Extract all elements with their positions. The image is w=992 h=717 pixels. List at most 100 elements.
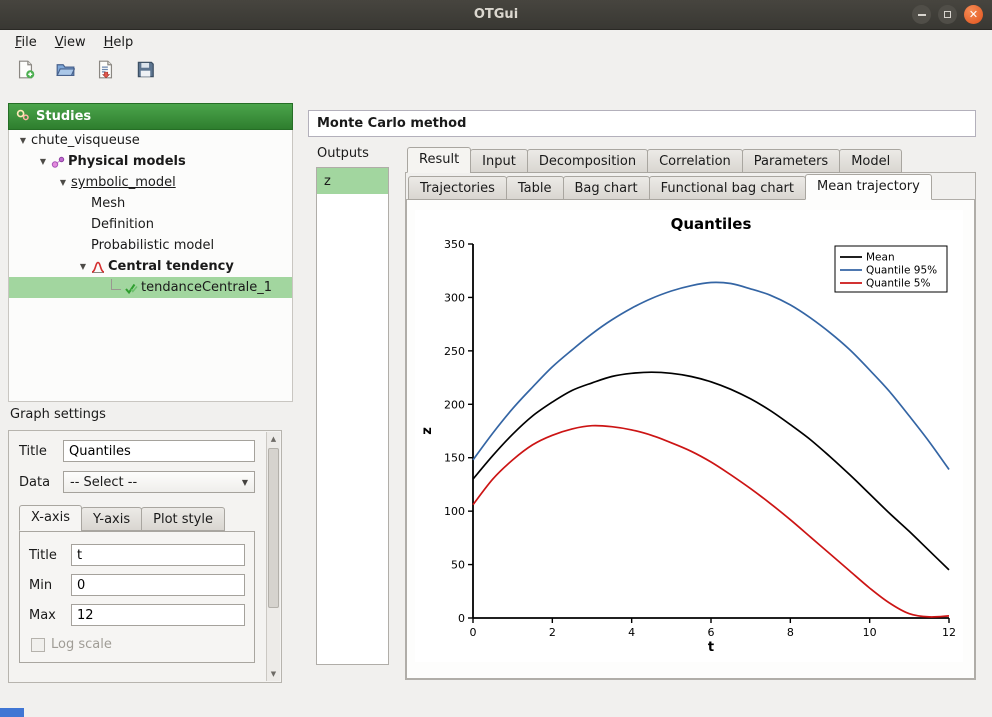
x-axis-max-label: Max (29, 608, 63, 623)
menu-help[interactable]: Help (95, 32, 143, 53)
tree-item-tendancecentrale-1[interactable]: tendanceCentrale_1 (9, 277, 292, 298)
svg-text:200: 200 (444, 398, 465, 411)
import-script-button[interactable] (92, 58, 118, 84)
data-select-value: -- Select -- (70, 475, 137, 490)
window-title: OTGui (474, 7, 518, 22)
tab-decomposition[interactable]: Decomposition (527, 149, 648, 173)
tab-bag-chart[interactable]: Bag chart (563, 176, 650, 200)
x-axis-max-input[interactable] (71, 604, 245, 626)
tab-table[interactable]: Table (506, 176, 564, 200)
tab-correlation[interactable]: Correlation (647, 149, 743, 173)
settings-scrollbar[interactable]: ▲ ▼ (266, 432, 280, 681)
expander-icon[interactable]: ▼ (35, 157, 51, 166)
physical-models-icon (51, 155, 68, 169)
log-scale-label: Log scale (51, 637, 112, 652)
svg-text:4: 4 (628, 626, 635, 639)
title-bar: OTGui ✕ (0, 0, 992, 30)
svg-text:8: 8 (787, 626, 794, 639)
x-axis-settings-pane: Title Min Max Log scale (19, 531, 255, 663)
svg-text:100: 100 (444, 505, 465, 518)
axis-tab-x-axis[interactable]: X-axis (19, 505, 82, 531)
outputs-list: z (316, 167, 389, 665)
tab-input[interactable]: Input (470, 149, 528, 173)
tree-item-label: tendanceCentrale_1 (141, 280, 272, 295)
svg-text:Mean: Mean (866, 252, 895, 264)
svg-text:50: 50 (451, 559, 465, 572)
plot-tabs-row: TrajectoriesTableBag chartFunctional bag… (406, 174, 975, 200)
tree-item-definition[interactable]: Definition (9, 214, 292, 235)
svg-text:Quantile 95%: Quantile 95% (866, 265, 937, 277)
tree-item-label: chute_visqueuse (31, 133, 140, 148)
scroll-up-icon[interactable]: ▲ (267, 432, 280, 446)
tab-result[interactable]: Result (407, 147, 471, 173)
expander-icon[interactable]: ▼ (15, 136, 31, 145)
progress-indicator (0, 708, 24, 717)
minimize-button[interactable] (912, 5, 931, 24)
tree-item-mesh[interactable]: Mesh (9, 193, 292, 214)
graph-title-input[interactable] (63, 440, 255, 462)
tab-mean-trajectory[interactable]: Mean trajectory (805, 174, 932, 200)
svg-text:2: 2 (549, 626, 556, 639)
minimize-icon (918, 14, 926, 16)
menu-bar: FileViewHelp (0, 30, 992, 54)
tree-item-physical-models[interactable]: ▼ Physical models (9, 151, 292, 172)
tab-trajectories[interactable]: Trajectories (408, 176, 507, 200)
tree-item-label: Probabilistic model (91, 238, 214, 253)
tab-model[interactable]: Model (839, 149, 902, 173)
x-axis-title-label: Title (29, 548, 63, 563)
save-study-button[interactable] (132, 58, 158, 84)
svg-text:250: 250 (444, 345, 465, 358)
close-button[interactable]: ✕ (964, 5, 983, 24)
svg-text:10: 10 (863, 626, 877, 639)
output-item-z[interactable]: z (317, 168, 388, 194)
svg-text:12: 12 (942, 626, 956, 639)
open-study-button[interactable] (52, 58, 78, 84)
new-study-button[interactable] (12, 58, 38, 84)
axis-tab-plot-style[interactable]: Plot style (141, 507, 225, 531)
svg-text:t: t (708, 640, 714, 655)
svg-text:Quantiles: Quantiles (671, 215, 752, 233)
maximize-button[interactable] (938, 5, 957, 24)
x-axis-title-input[interactable] (71, 544, 245, 566)
graph-settings-label: Graph settings (10, 407, 106, 422)
scrollbar-track[interactable] (267, 446, 280, 667)
import-script-icon (96, 60, 115, 83)
tree-item-probabilistic-model[interactable]: Probabilistic model (9, 235, 292, 256)
result-tab-widget: ResultInputDecompositionCorrelationParam… (405, 147, 976, 680)
chevron-down-icon: ▼ (242, 478, 248, 487)
studies-panel-header: Studies (8, 103, 293, 130)
svg-text:350: 350 (444, 238, 465, 251)
expander-icon[interactable]: ▼ (55, 178, 71, 187)
tree-item-label: symbolic_model (71, 175, 176, 190)
axis-tab-y-axis[interactable]: Y-axis (81, 507, 142, 531)
close-icon: ✕ (969, 9, 978, 20)
tree-item-label: Central tendency (108, 259, 234, 274)
x-axis-min-input[interactable] (71, 574, 245, 596)
menu-view[interactable]: View (46, 32, 95, 53)
menu-file[interactable]: File (6, 32, 46, 53)
tab-functional-bag-chart[interactable]: Functional bag chart (649, 176, 806, 200)
maximize-icon (944, 11, 951, 18)
tree-item-label: Physical models (68, 154, 186, 169)
tree-item-label: Mesh (91, 196, 125, 211)
svg-text:Quantile 5%: Quantile 5% (866, 278, 930, 290)
toolbar (0, 54, 992, 88)
studies-gear-icon (15, 107, 30, 126)
svg-text:6: 6 (708, 626, 715, 639)
data-select-dropdown[interactable]: -- Select -- ▼ (63, 471, 255, 493)
svg-text:300: 300 (444, 291, 465, 304)
studies-tree: ▼chute_visqueuse▼Physical models▼symboli… (8, 130, 293, 402)
graph-settings-panel: Title Data -- Select -- ▼ X-axisY-axisPl… (8, 430, 282, 683)
scroll-down-icon[interactable]: ▼ (267, 667, 280, 681)
svg-text:0: 0 (470, 626, 477, 639)
expander-icon[interactable]: ▼ (75, 262, 91, 271)
save-icon (136, 60, 155, 83)
tab-parameters[interactable]: Parameters (742, 149, 840, 173)
log-scale-checkbox[interactable] (31, 638, 45, 652)
svg-text:150: 150 (444, 452, 465, 465)
analysis-title: Monte Carlo method (317, 116, 466, 131)
tree-item-central-tendency[interactable]: ▼ Central tendency (9, 256, 292, 277)
tree-item-chute-visqueuse[interactable]: ▼chute_visqueuse (9, 130, 292, 151)
result-tab-pane: TrajectoriesTableBag chartFunctional bag… (405, 172, 976, 680)
tree-item-symbolic-model[interactable]: ▼symbolic_model (9, 172, 292, 193)
